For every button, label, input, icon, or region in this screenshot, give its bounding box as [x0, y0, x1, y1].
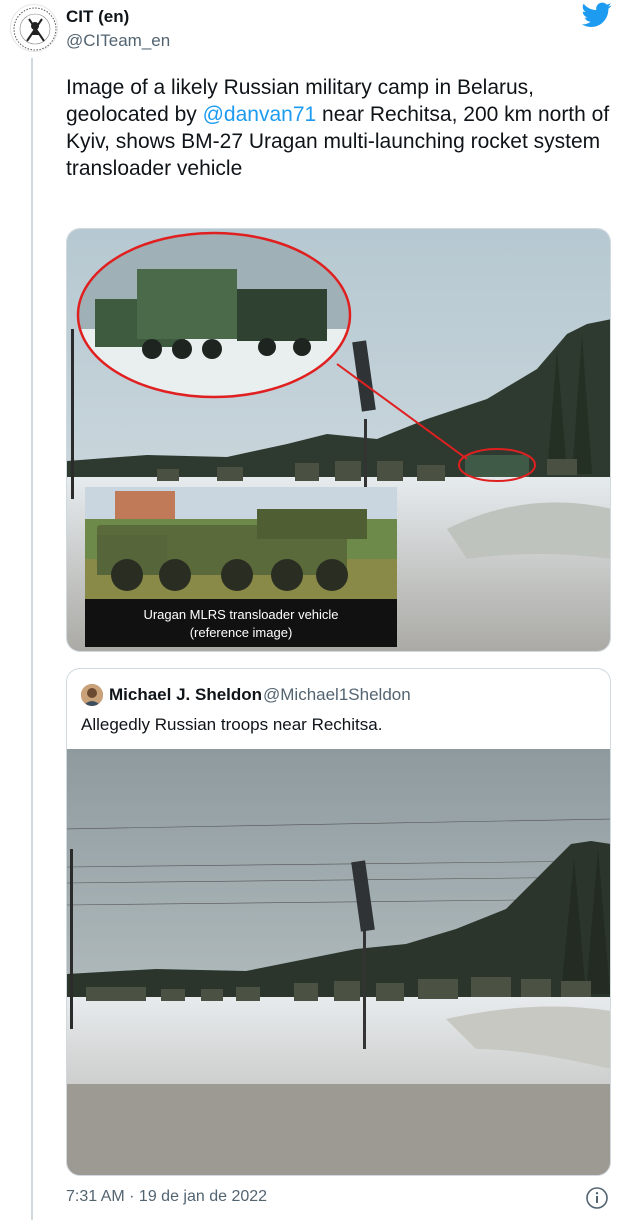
info-icon[interactable] [585, 1186, 609, 1210]
author-handle[interactable]: @CITeam_en [66, 31, 170, 51]
tweet-header: CIT (en) @CITeam_en [0, 0, 620, 58]
author-name[interactable]: CIT (en) [66, 7, 129, 27]
mention-link[interactable]: @danvan71 [203, 103, 317, 126]
reference-caption-line2: (reference image) [190, 625, 293, 640]
author-avatar[interactable] [10, 4, 58, 52]
cit-logo-icon [13, 7, 57, 51]
tweet-text: Image of a likely Russian military camp … [66, 74, 611, 182]
person-avatar-icon [81, 684, 103, 706]
quoted-author-name[interactable]: Michael J. Sheldon [109, 685, 262, 705]
troops-photo [67, 749, 610, 1175]
twitter-bird-icon[interactable] [582, 2, 612, 28]
tweet-timestamp[interactable]: 7:31 AM · 19 de jan de 2022 [66, 1188, 267, 1206]
quoted-author-handle[interactable]: @Michael1Sheldon [263, 685, 411, 705]
camp-photo: Uragan MLRS transloader vehicle (referen… [67, 229, 610, 651]
thread-line [31, 58, 33, 1220]
quoted-tweet-image[interactable] [67, 749, 610, 1175]
tweet-media-image[interactable]: Uragan MLRS transloader vehicle (referen… [66, 228, 611, 652]
quoted-tweet-text: Allegedly Russian troops near Rechitsa. [81, 715, 383, 734]
quoted-tweet[interactable]: Michael J. Sheldon @Michael1Sheldon Alle… [66, 668, 611, 1176]
reference-caption-line1: Uragan MLRS transloader vehicle [143, 607, 338, 622]
quoted-author-avatar[interactable] [81, 684, 103, 706]
